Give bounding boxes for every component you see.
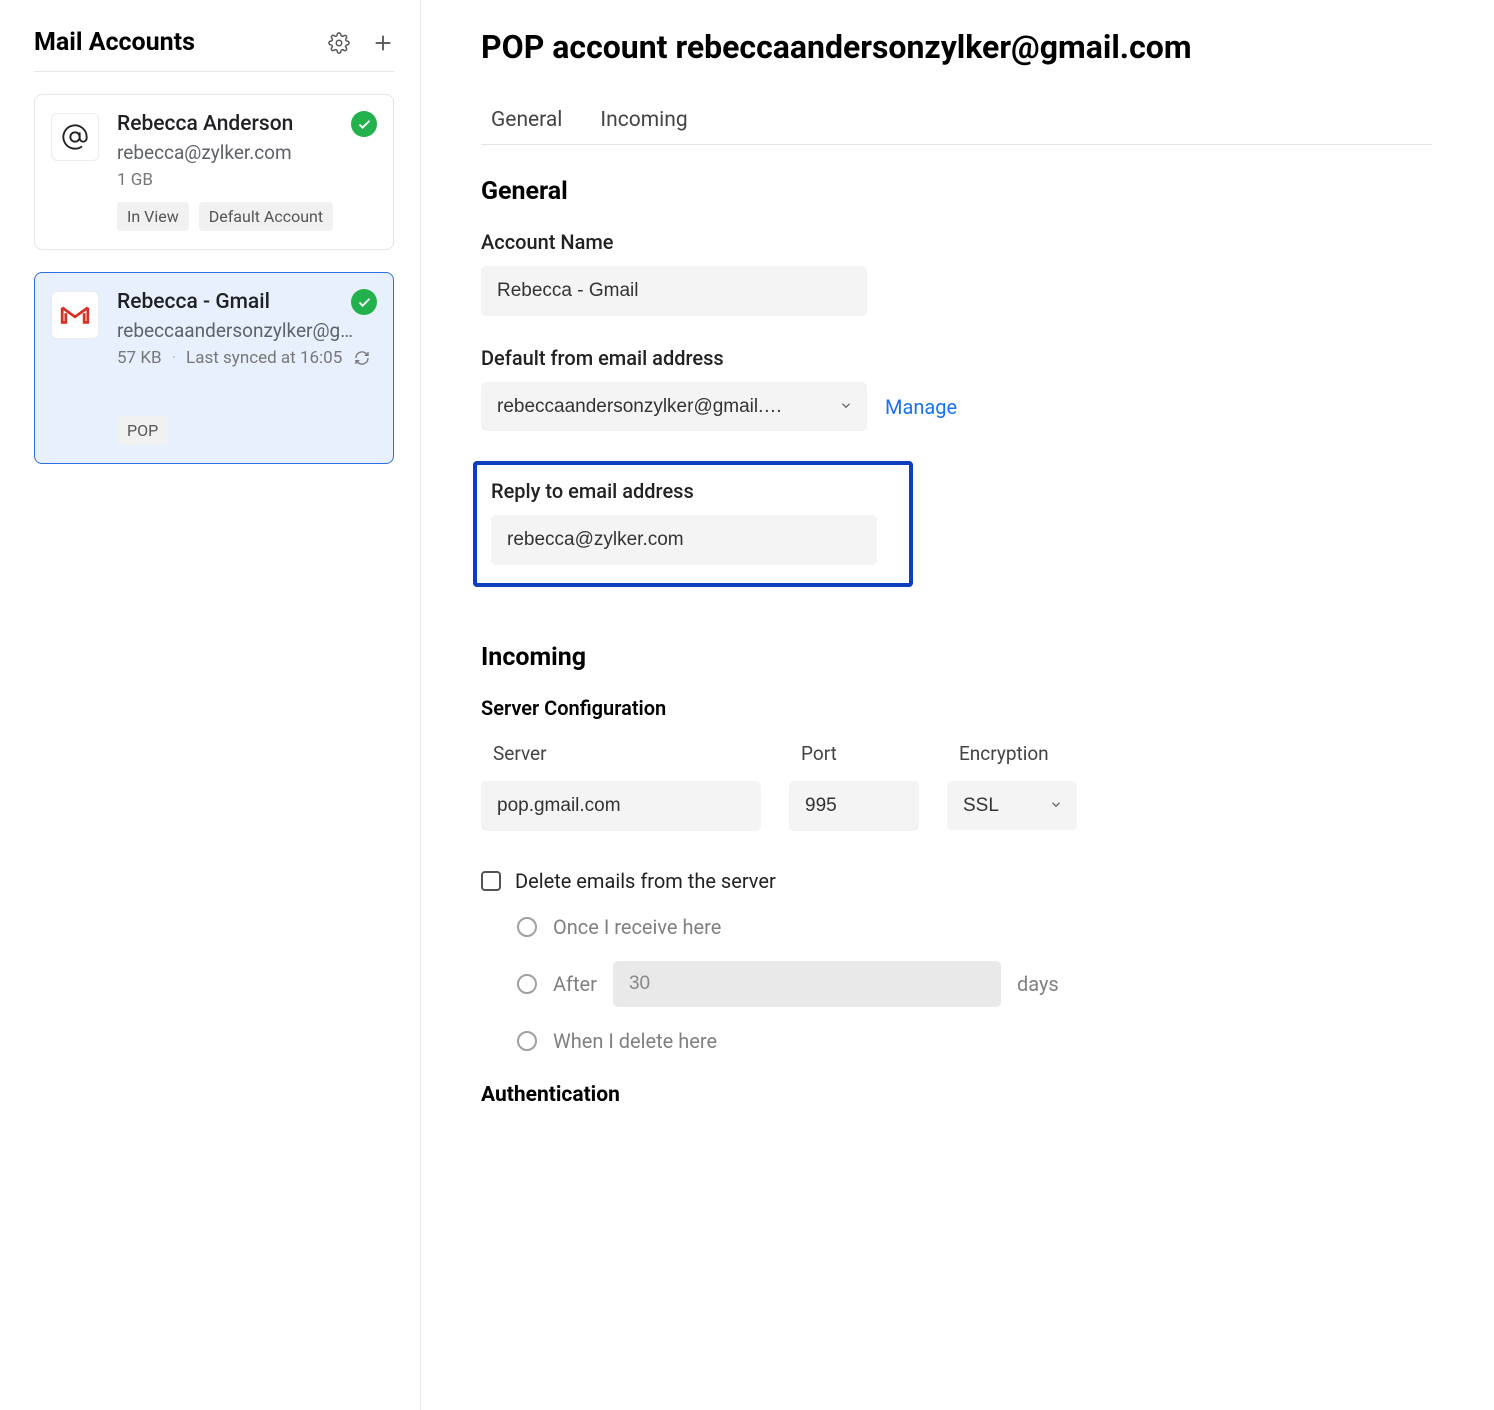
- tabs: General Incoming: [481, 108, 1432, 145]
- radio-after-days[interactable]: After days: [517, 961, 1432, 1007]
- sidebar: Mail Accounts Rebecca Anderson rebecca@z…: [0, 0, 420, 1410]
- reply-to-input[interactable]: [491, 515, 877, 565]
- delete-emails-checkbox[interactable]: Delete emails from the server: [481, 869, 1432, 893]
- sidebar-title: Mail Accounts: [34, 28, 195, 57]
- label-reply-to: Reply to email address: [491, 479, 895, 503]
- sidebar-header: Mail Accounts: [34, 28, 394, 72]
- encryption-select[interactable]: SSL: [947, 781, 1077, 830]
- sidebar-actions: [328, 32, 394, 54]
- account-sync: Last synced at 16:05: [186, 348, 342, 368]
- label-port: Port: [801, 742, 919, 765]
- after-days-input[interactable]: [613, 961, 1001, 1007]
- account-name-input[interactable]: [481, 266, 867, 316]
- page-title: POP account rebeccaandersonzylker@gmail.…: [481, 28, 1432, 66]
- account-card-selected[interactable]: Rebecca - Gmail rebeccaandersonzylker@g……: [34, 272, 394, 464]
- chip-in-view: In View: [117, 202, 189, 231]
- account-name: Rebecca Anderson: [117, 112, 343, 136]
- section-general-title: General: [481, 177, 1432, 206]
- main-panel: POP account rebeccaandersonzylker@gmail.…: [421, 0, 1494, 1410]
- radio-icon: [517, 1031, 537, 1051]
- account-email: rebecca@zylker.com: [117, 141, 377, 164]
- gear-icon[interactable]: [328, 32, 350, 54]
- tab-incoming[interactable]: Incoming: [600, 108, 687, 132]
- at-icon: [51, 113, 99, 161]
- account-size: 57 KB: [117, 348, 162, 368]
- chip-pop: POP: [117, 416, 168, 445]
- section-incoming-title: Incoming: [481, 643, 1432, 672]
- label-account-name: Account Name: [481, 230, 1432, 254]
- delete-radio-group: Once I receive here After days When I de…: [481, 915, 1432, 1053]
- label-delete-emails: Delete emails from the server: [515, 869, 776, 893]
- separator-dot: ·: [172, 348, 176, 368]
- reply-to-highlight: Reply to email address: [473, 461, 913, 587]
- label-when-delete-here: When I delete here: [553, 1029, 717, 1053]
- default-from-select[interactable]: rebeccaandersonzylker@gmail.…: [481, 382, 867, 431]
- check-icon: [351, 111, 377, 137]
- radio-once-receive[interactable]: Once I receive here: [517, 915, 1432, 939]
- label-once-receive: Once I receive here: [553, 915, 721, 939]
- tab-general[interactable]: General: [491, 108, 562, 132]
- section-authentication-title: Authentication: [481, 1083, 1432, 1107]
- chip-default-account: Default Account: [199, 202, 333, 231]
- radio-when-delete-here[interactable]: When I delete here: [517, 1029, 1432, 1053]
- plus-icon[interactable]: [372, 32, 394, 54]
- label-after: After: [553, 972, 597, 996]
- radio-icon: [517, 974, 537, 994]
- refresh-icon[interactable]: [354, 350, 370, 366]
- manage-link[interactable]: Manage: [885, 395, 957, 419]
- label-server: Server: [493, 742, 761, 765]
- checkbox-icon: [481, 871, 501, 891]
- account-size: 1 GB: [117, 170, 377, 190]
- port-input[interactable]: [789, 781, 919, 831]
- label-encryption: Encryption: [959, 742, 1077, 765]
- account-email: rebeccaandersonzylker@g…: [117, 319, 377, 342]
- account-card[interactable]: Rebecca Anderson rebecca@zylker.com 1 GB…: [34, 94, 394, 250]
- server-input[interactable]: [481, 781, 761, 831]
- label-server-config: Server Configuration: [481, 696, 1432, 720]
- gmail-icon: [51, 291, 99, 339]
- check-icon: [351, 289, 377, 315]
- label-default-from: Default from email address: [481, 346, 1432, 370]
- radio-icon: [517, 917, 537, 937]
- account-name: Rebecca - Gmail: [117, 290, 343, 314]
- label-days-unit: days: [1017, 972, 1059, 996]
